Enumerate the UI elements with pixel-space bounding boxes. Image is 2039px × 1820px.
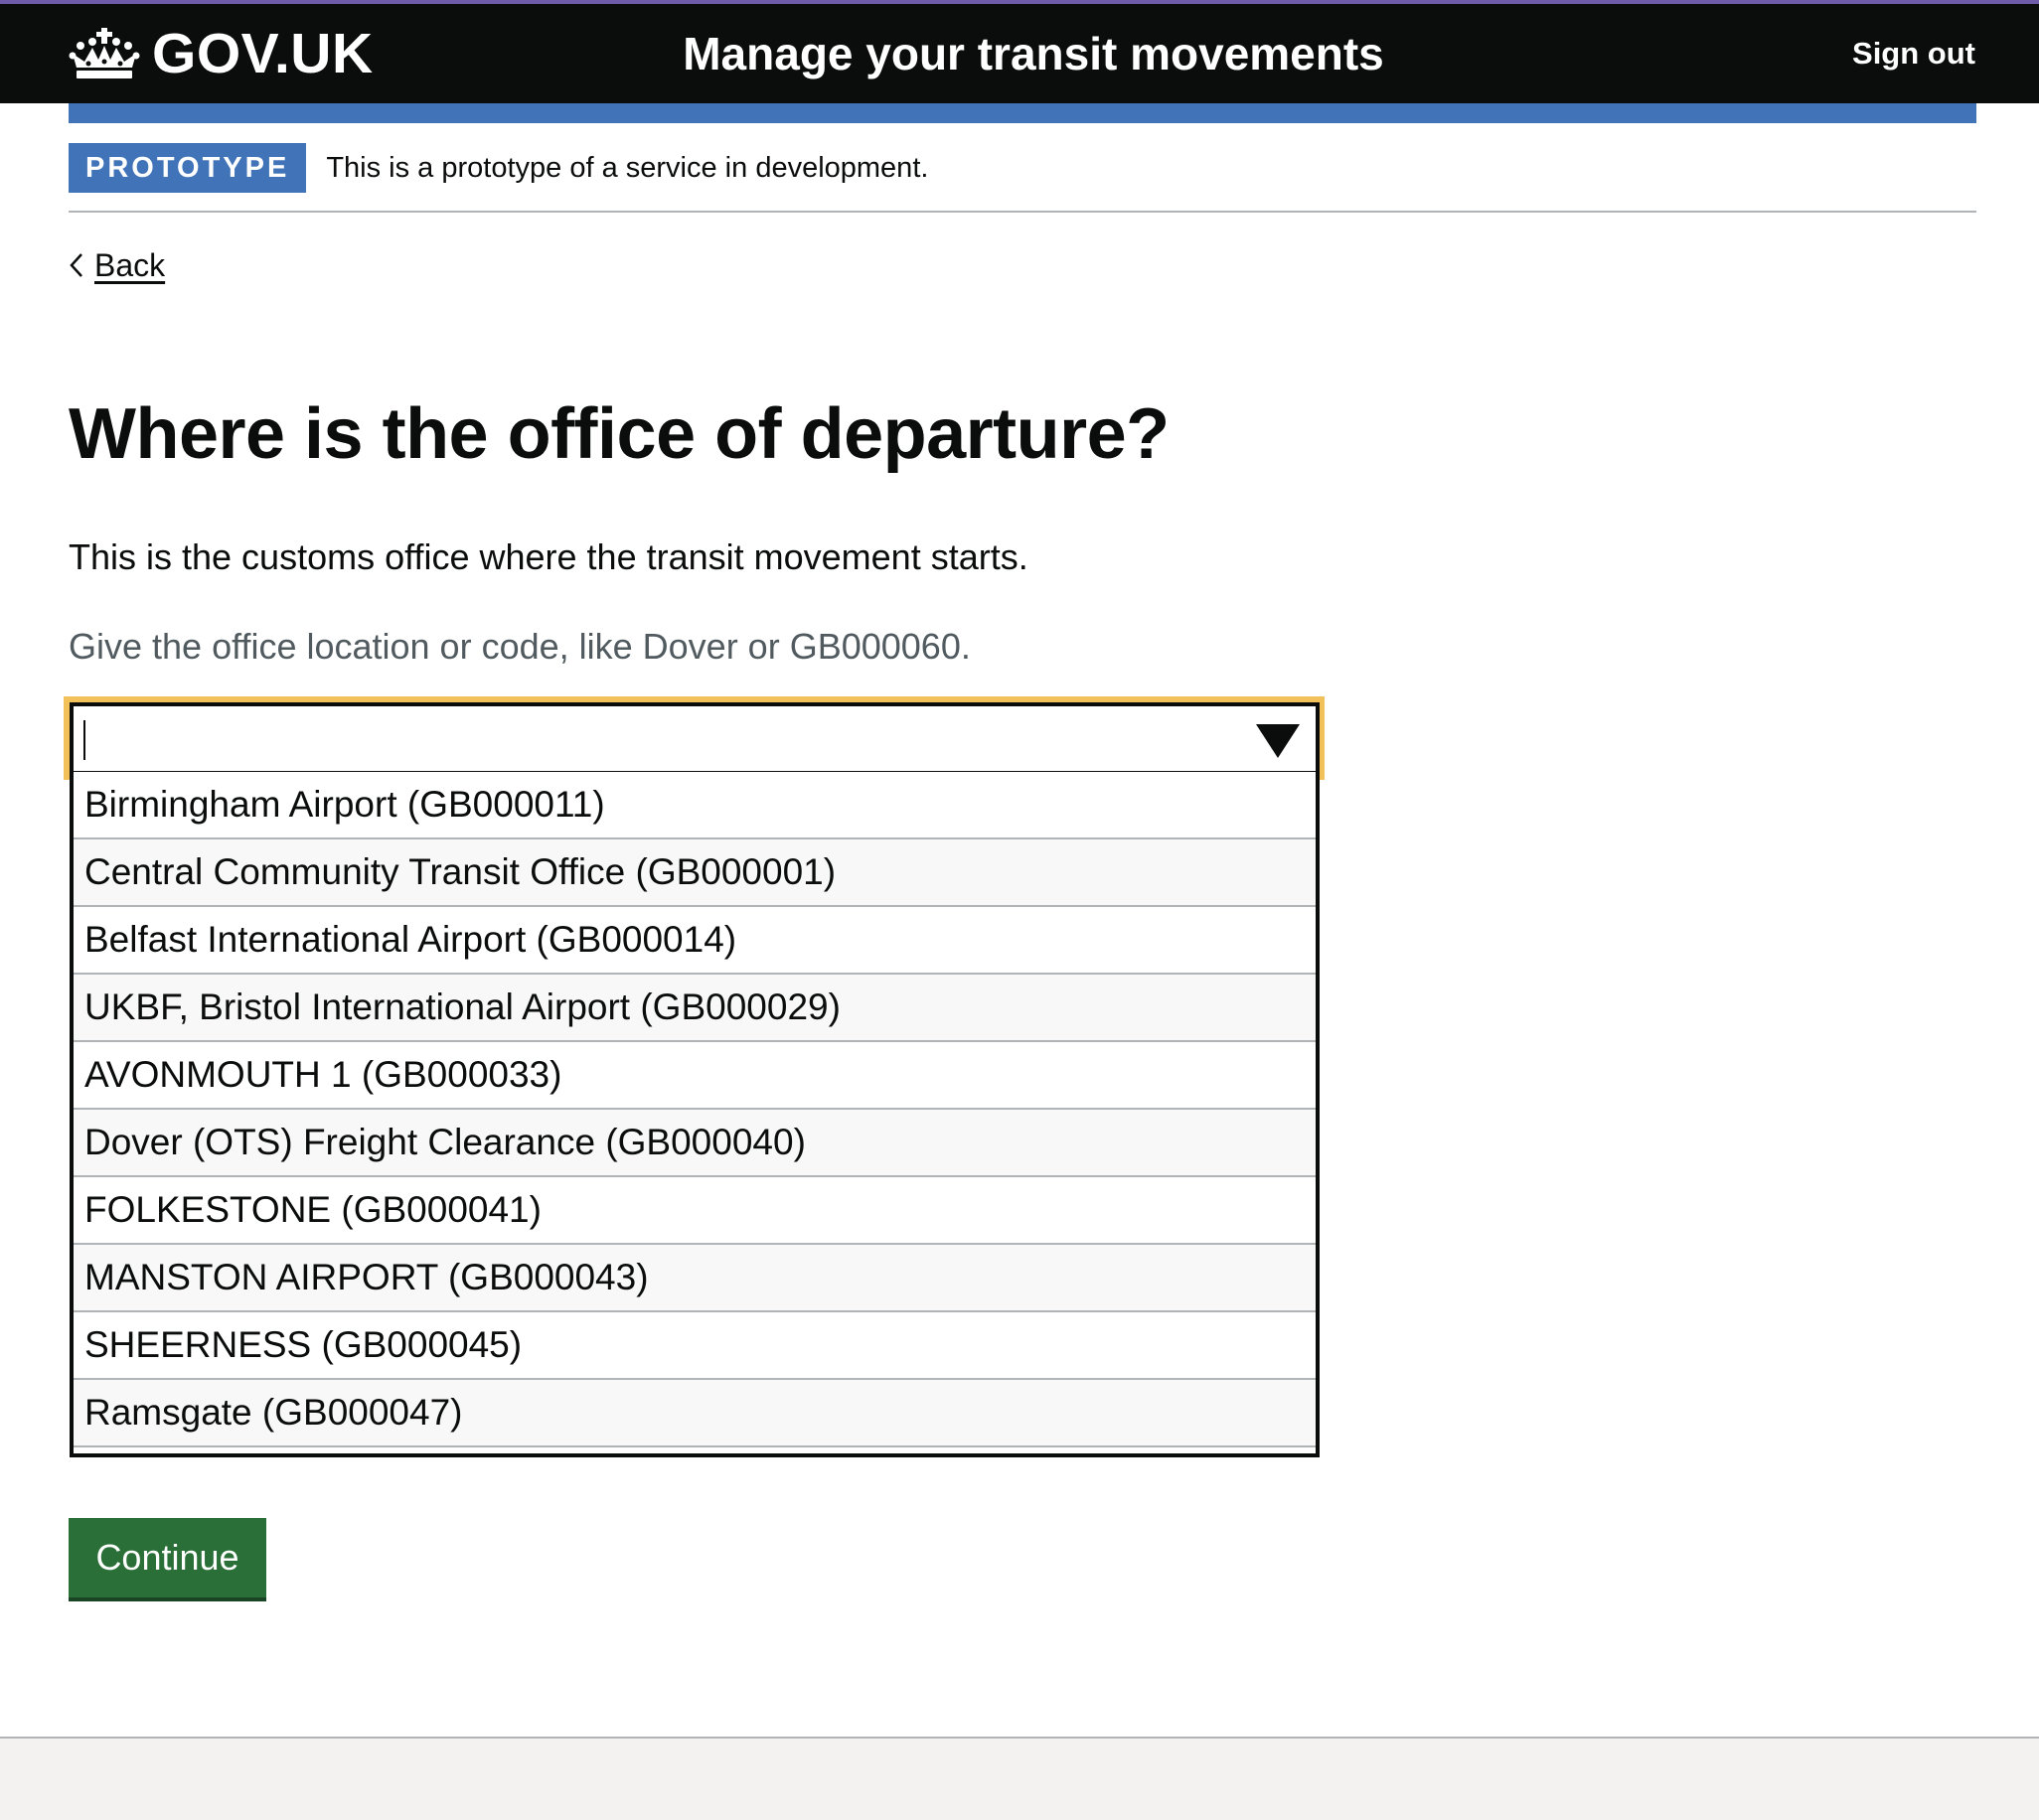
office-options-list: Birmingham Airport (GB000011) Central Co… <box>70 772 1320 1457</box>
dropdown-arrow-icon[interactable] <box>1256 722 1300 760</box>
list-item[interactable]: UKBF, Bristol International Airport (GB0… <box>74 975 1316 1042</box>
continue-button[interactable]: Continue <box>69 1518 266 1597</box>
list-item[interactable]: Ramsgate (GB000047) <box>74 1380 1316 1447</box>
list-item[interactable]: FOLKESTONE (GB000041) <box>74 1177 1316 1245</box>
body-text: This is the customs office where the tra… <box>69 536 1028 577</box>
sign-out-link[interactable]: Sign out <box>1852 4 1975 103</box>
list-item[interactable]: Belfast International Airport (GB000014) <box>74 907 1316 975</box>
hint-text: Give the office location or code, like D… <box>69 626 971 667</box>
back-link[interactable]: Back <box>69 242 165 288</box>
back-link-label: Back <box>94 246 166 283</box>
list-item[interactable]: SHEERNESS (GB000045) <box>74 1312 1316 1380</box>
page-footer <box>0 1737 2039 1820</box>
phase-text: This is a prototype of a service in deve… <box>326 151 929 184</box>
list-item[interactable]: MANSTON AIRPORT (GB000043) <box>74 1245 1316 1312</box>
text-caret <box>83 720 85 760</box>
site-header: GOV.UK Manage your transit movements Sig… <box>0 4 2039 103</box>
phase-banner: PROTOTYPE This is a prototype of a servi… <box>69 143 1976 213</box>
list-item[interactable]: Birmingham Airport (GB000011) <box>74 772 1316 839</box>
office-search-input[interactable] <box>70 702 1320 775</box>
header-blue-bar <box>69 103 1976 123</box>
list-item[interactable]: AVONMOUTH 1 (GB000033) <box>74 1042 1316 1110</box>
list-item[interactable]: Dover (OTS) Freight Clearance (GB000040) <box>74 1110 1316 1177</box>
chevron-left-icon <box>70 253 82 277</box>
service-name[interactable]: Manage your transit movements <box>0 4 2039 103</box>
phase-tag: PROTOTYPE <box>69 143 307 193</box>
list-item[interactable]: Central Community Transit Office (GB0000… <box>74 839 1316 907</box>
page-title: Where is the office of departure? <box>69 394 1170 474</box>
